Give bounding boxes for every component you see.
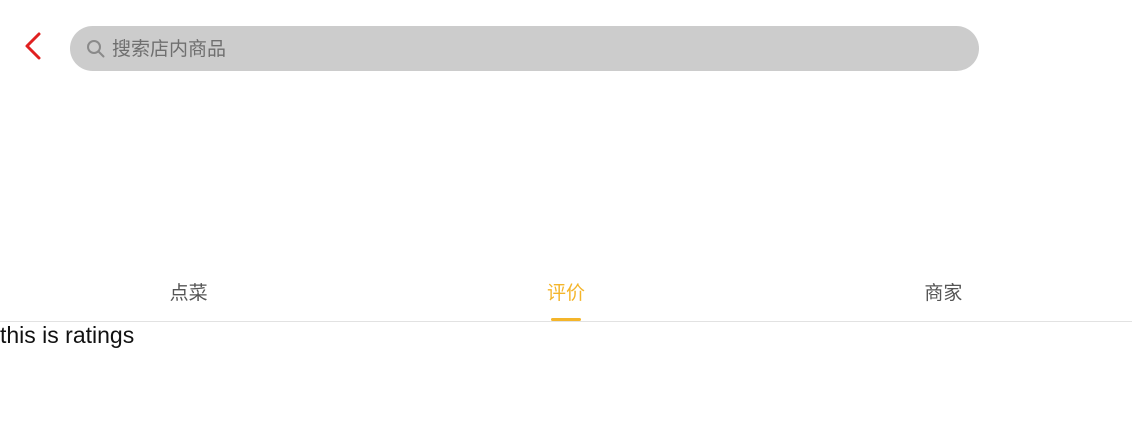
back-button[interactable]: [18, 30, 50, 62]
search-bar[interactable]: [70, 26, 979, 71]
tab-label: 商家: [924, 282, 963, 304]
chevron-left-icon: [25, 32, 41, 60]
tab-order[interactable]: 点菜: [0, 262, 377, 321]
page: 点菜 评价 商家 this is ratings: [0, 0, 1132, 436]
search-icon: [86, 39, 106, 59]
tab-merchant[interactable]: 商家: [755, 262, 1132, 321]
search-input[interactable]: [112, 28, 932, 69]
tab-label: 点菜: [169, 282, 208, 304]
tab-label: 评价: [546, 282, 585, 304]
ratings-content: this is ratings: [0, 322, 135, 348]
active-tab-indicator: [550, 318, 581, 321]
tab-ratings[interactable]: 评价: [377, 262, 754, 321]
tab-bar: 点菜 评价 商家: [0, 262, 1132, 322]
header-bar: [0, 0, 1132, 96]
